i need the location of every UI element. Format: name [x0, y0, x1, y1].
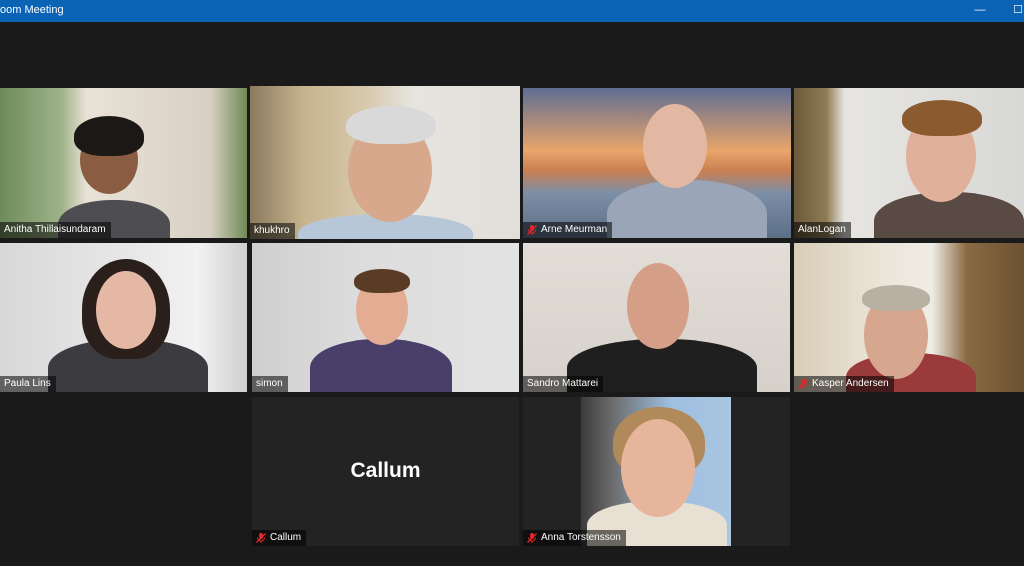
avatar-name-text: Callum: [350, 459, 421, 482]
title-bar: oom Meeting — ☐: [0, 0, 1024, 22]
mic-muted-icon: [527, 225, 537, 235]
name-label: Anna Torstensson: [523, 530, 626, 546]
mic-muted-icon: [527, 533, 537, 543]
name-label: Arne Meurman: [523, 222, 613, 238]
participant-tile-callum[interactable]: Callum Callum: [252, 397, 519, 546]
name-label: khukhro: [250, 223, 295, 239]
name-label: Kasper Andersen: [794, 376, 894, 392]
participant-tile-arne[interactable]: Arne Meurman: [523, 88, 791, 238]
participant-tile-sandro[interactable]: Sandro Mattarei: [523, 243, 790, 392]
participant-tile-paula[interactable]: Paula Lins: [0, 243, 247, 392]
maximize-button[interactable]: ☐: [1006, 0, 1024, 22]
participant-tile-alan[interactable]: AlanLogan: [794, 88, 1024, 238]
name-label: Paula Lins: [0, 376, 56, 392]
participant-tile-anitha[interactable]: Anitha Thillaisundaram: [0, 88, 247, 238]
mic-muted-icon: [256, 533, 266, 543]
name-label: Callum: [252, 530, 307, 546]
minimize-button[interactable]: —: [968, 0, 992, 22]
name-label: Sandro Mattarei: [523, 376, 604, 392]
participant-tile-khukhro[interactable]: khukhro: [250, 86, 520, 239]
mic-muted-icon: [798, 379, 808, 389]
name-label: AlanLogan: [794, 222, 851, 238]
participant-tile-simon[interactable]: simon: [252, 243, 519, 392]
participant-tile-kasper[interactable]: Kasper Andersen: [794, 243, 1024, 392]
participant-tile-anna[interactable]: Anna Torstensson: [523, 397, 790, 546]
name-label: simon: [252, 376, 288, 392]
name-label: Anitha Thillaisundaram: [0, 222, 111, 238]
window-title: oom Meeting: [0, 4, 64, 16]
